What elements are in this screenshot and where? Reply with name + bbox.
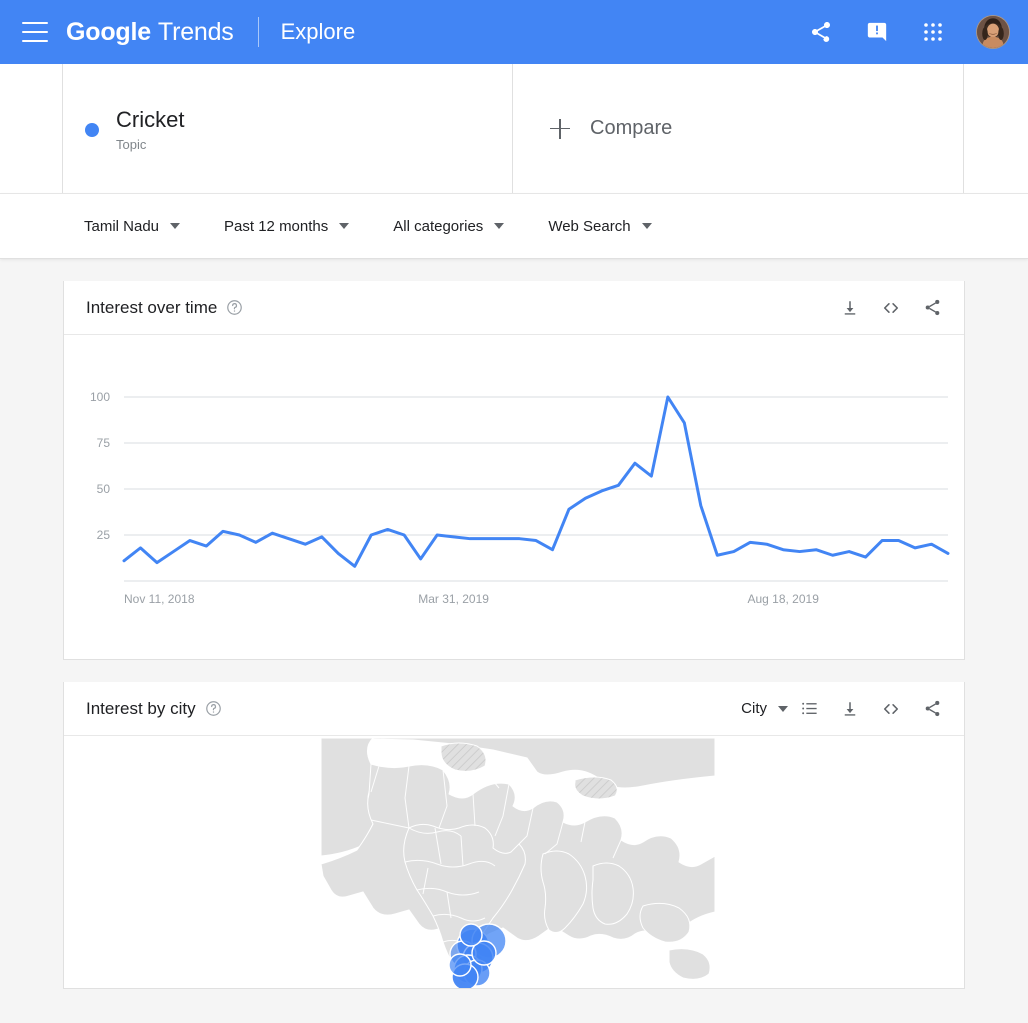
filter-location-label: Tamil Nadu (84, 217, 160, 235)
term-type: Topic (116, 136, 147, 152)
feedback-icon[interactable] (864, 19, 890, 45)
appbar-actions (808, 15, 1010, 49)
interest-by-city-header: Interest by city City (64, 682, 964, 736)
interest-by-city-map[interactable] (64, 736, 964, 988)
filter-category-label: All categories (393, 217, 484, 235)
y-axis-tick-label: 50 (97, 482, 111, 496)
x-axis-tick-label: Mar 31, 2019 (418, 592, 489, 606)
embed-code-icon[interactable] (881, 298, 901, 318)
map-canvas[interactable] (64, 736, 964, 988)
filter-time-range[interactable]: Past 12 months (224, 217, 350, 235)
compare-label: Compare (590, 117, 673, 139)
term-color-dot (85, 122, 99, 137)
filter-search-type[interactable]: Web Search (548, 217, 652, 235)
terms-right-gutter (964, 64, 1028, 193)
interest-over-time-actions (841, 298, 942, 318)
search-terms-bar: Cricket Topic Compare (0, 64, 1028, 194)
interest-by-city-card: Interest by city City (63, 682, 965, 989)
hamburger-menu-icon[interactable] (22, 22, 48, 42)
explore-nav-link[interactable]: Explore (281, 19, 356, 45)
help-circle-icon[interactable] (205, 700, 222, 717)
interest-by-city-actions (800, 699, 942, 719)
region-granularity-select[interactable]: City (741, 700, 788, 717)
y-axis-tick-label: 75 (97, 436, 111, 450)
google-trends-logo[interactable]: Google Trends (66, 18, 234, 47)
interest-over-time-chart[interactable]: 25 50 75 100 Nov 11, 2018 Mar 31, 2019 Aug 18,… (64, 335, 964, 659)
filter-search-type-label: Web Search (548, 217, 631, 235)
chevron-down-icon (641, 223, 652, 229)
add-comparison-button[interactable]: Compare (513, 64, 964, 193)
plus-icon (550, 118, 570, 139)
share-icon[interactable] (923, 699, 942, 718)
embed-code-icon[interactable] (881, 699, 901, 719)
south-asia-map[interactable] (313, 736, 715, 988)
chevron-down-icon (170, 223, 181, 229)
brand-google-text: Google (66, 17, 151, 46)
chevron-down-icon (339, 223, 350, 229)
app-bar: Google Trends Explore (0, 0, 1028, 64)
y-axis-tick-label: 100 (90, 390, 110, 404)
share-icon[interactable] (808, 19, 834, 45)
series-line-cricket[interactable] (122, 395, 950, 568)
interest-by-city-title: Interest by city (86, 698, 196, 718)
terms-left-gutter (0, 64, 63, 193)
x-axis-tick-label: Aug 18, 2019 (747, 592, 819, 606)
download-icon[interactable] (841, 299, 859, 317)
download-icon[interactable] (841, 700, 859, 718)
main-content: Interest over time 25 50 75 100 Nov 11, … (0, 281, 1028, 989)
share-icon[interactable] (923, 298, 942, 317)
appbar-divider (257, 17, 259, 47)
term-text-group: Cricket Topic (116, 106, 184, 152)
help-circle-icon[interactable] (226, 299, 243, 316)
term-label: Cricket (116, 106, 185, 132)
filter-bar: Tamil Nadu Past 12 months All categories… (0, 194, 1028, 259)
apps-grid-icon[interactable] (920, 19, 946, 45)
avatar[interactable] (976, 15, 1010, 49)
chevron-down-icon (494, 223, 505, 229)
search-term-item[interactable]: Cricket Topic (63, 64, 513, 193)
filter-location[interactable]: Tamil Nadu (84, 217, 181, 235)
filter-time-range-label: Past 12 months (224, 217, 329, 235)
x-axis-tick-label: Nov 11, 2018 (124, 592, 195, 606)
brand-trends-text: Trends (157, 17, 234, 46)
y-axis-tick-label: 25 (97, 528, 111, 542)
interest-over-time-card: Interest over time 25 50 75 100 Nov 11, … (63, 281, 965, 660)
trends-line-chart[interactable]: 25 50 75 100 Nov 11, 2018 Mar 31, 2019 Aug 18,… (64, 335, 964, 659)
filter-category[interactable]: All categories (393, 217, 505, 235)
region-granularity-label: City (741, 700, 767, 717)
page-title: Interest over time (86, 297, 218, 317)
interest-over-time-header: Interest over time (64, 281, 964, 335)
chevron-down-icon (778, 705, 788, 712)
list-view-icon[interactable] (800, 699, 819, 718)
